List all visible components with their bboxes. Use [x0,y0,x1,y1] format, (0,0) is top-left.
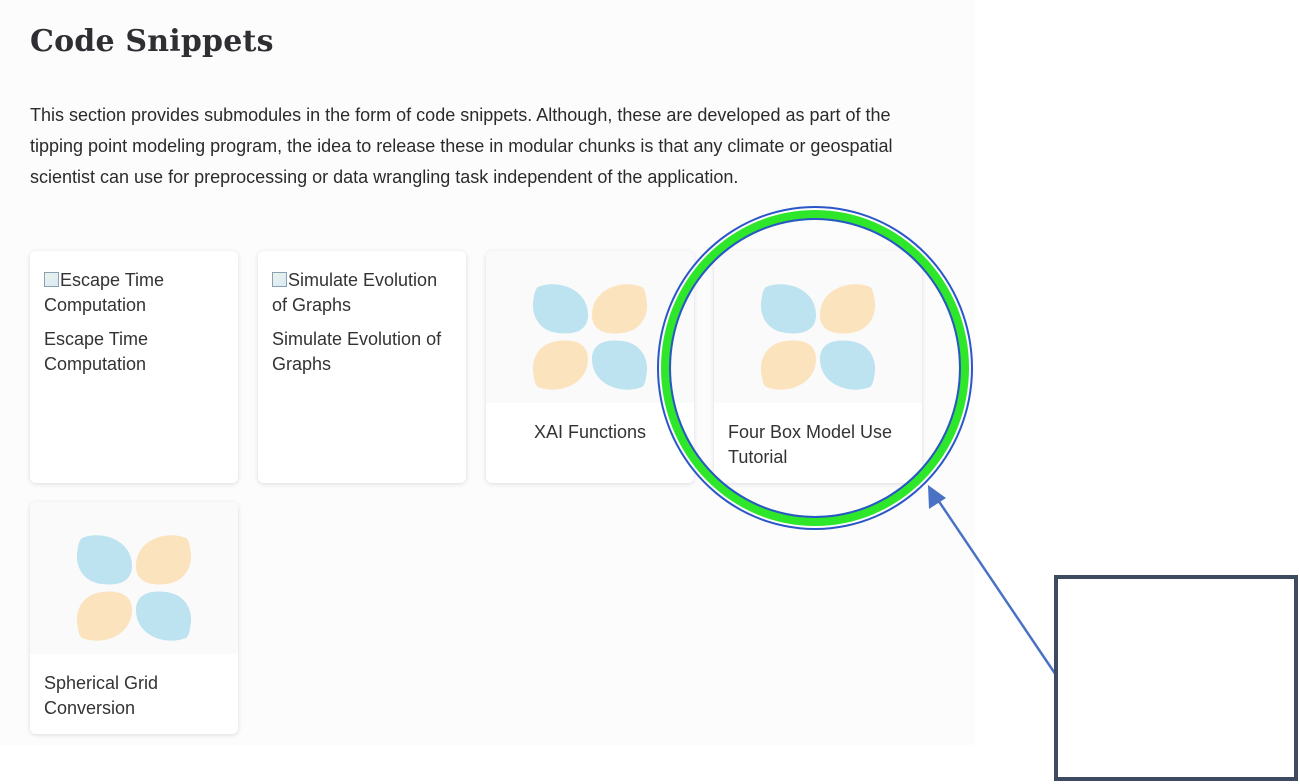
broken-image-icon [272,272,287,287]
highlight-ring [657,206,973,530]
broken-image-icon [44,272,59,287]
card-thumbnail [30,502,238,654]
card-simulate-evolution-of-graphs[interactable]: Simulate Evolution of Graphs Simulate Ev… [258,251,466,483]
image-alt-text: Escape Time Computation [44,270,165,315]
image-alt-text: Simulate Evolution of Graphs [272,270,438,315]
card-title: XAI Functions [533,422,647,442]
highlight-ring-inner-outline [669,218,961,518]
four-petal-logo-icon [76,535,192,641]
card-escape-time-computation[interactable]: Escape Time Computation Escape Time Comp… [30,251,238,483]
card-title: Simulate Evolution of Graphs [272,329,442,374]
card-title: Spherical Grid Conversion [44,673,159,718]
broken-image: Simulate Evolution of Graphs [272,268,457,318]
page-title: Code Snippets [30,24,274,59]
intro-paragraph: This section provides submodules in the … [30,105,893,187]
four-petal-logo-icon [532,284,648,390]
card-title: Escape Time Computation [44,329,149,374]
broken-image: Escape Time Computation [44,268,229,318]
card-spherical-grid-conversion[interactable]: Spherical Grid Conversion [30,502,238,734]
annotation-box [1054,575,1298,781]
